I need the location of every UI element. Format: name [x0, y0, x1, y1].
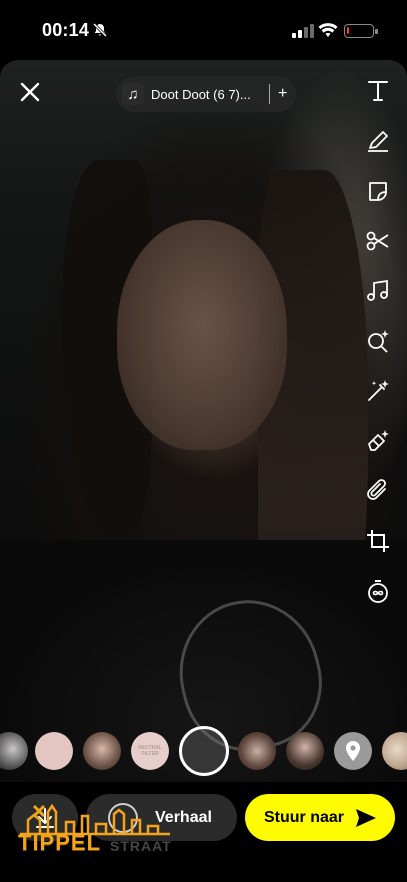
send-arrow-icon [356, 808, 377, 827]
snap-editor-screen: 00:14 ♫ Doot Doot (6 7)... + NEUTRAL FIL… [0, 0, 407, 882]
lens-neutral-filter[interactable]: NEUTRAL FILTER [131, 732, 169, 770]
lens-portrait-3[interactable] [286, 732, 324, 770]
crop-icon[interactable] [365, 528, 391, 554]
capture-button[interactable] [179, 726, 229, 776]
music-title: Doot Doot (6 7)... [151, 86, 251, 102]
music-sticker-pill[interactable]: ♫ Doot Doot (6 7)... + [116, 76, 296, 112]
eraser-sparkle-icon[interactable] [365, 428, 391, 454]
music-add-button[interactable]: + [278, 85, 287, 103]
watermark-subtext: STRAAT [110, 838, 172, 854]
music-divider [269, 84, 270, 104]
status-time: 00:14 [42, 20, 90, 40]
text-icon[interactable] [365, 78, 391, 104]
magic-wand-icon[interactable] [365, 378, 391, 404]
lens-pink-solid[interactable] [35, 732, 73, 770]
send-to-button[interactable]: Stuur naar [245, 794, 395, 841]
timer-infinity-icon[interactable] [365, 578, 391, 604]
battery-level [347, 27, 349, 34]
watermark-text: TIPPEL [18, 830, 102, 855]
battery-nub [375, 29, 378, 34]
lens-eye-closeup[interactable] [238, 732, 276, 770]
lens-neutral-filter-label: NEUTRAL FILTER [138, 745, 162, 757]
scissors-icon[interactable] [365, 228, 391, 254]
music-note-icon: ♫ [122, 83, 144, 105]
status-bar: 00:14 [0, 0, 407, 60]
wifi-icon [318, 23, 338, 37]
sticker-icon[interactable] [365, 178, 391, 204]
pencil-icon[interactable] [365, 128, 391, 154]
send-to-label: Stuur naar [264, 808, 345, 826]
search-sparkle-icon[interactable] [365, 328, 391, 354]
snap-photo[interactable] [0, 60, 407, 782]
photo-face [117, 220, 287, 450]
location-pin-icon [346, 741, 360, 761]
paperclip-icon[interactable] [365, 478, 391, 504]
signal-icon [292, 24, 314, 38]
music-note-icon[interactable] [365, 278, 391, 304]
close-icon[interactable] [18, 80, 42, 104]
battery-icon [344, 24, 378, 38]
lens-portrait-2[interactable] [83, 732, 121, 770]
silent-bell-icon [92, 22, 108, 38]
lens-location-pin[interactable] [334, 732, 372, 770]
